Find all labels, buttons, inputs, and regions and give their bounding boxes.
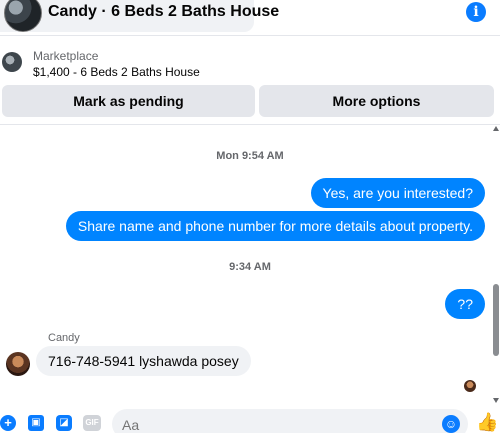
sticker-icon[interactable]: ◪ [56, 415, 72, 431]
scroll-down-icon[interactable] [493, 398, 499, 403]
divider [0, 124, 500, 125]
header-title-pill[interactable]: Candy · 6 Beds 2 Baths House [0, 0, 279, 32]
marketplace-listing[interactable]: Marketplace $1,400 - 6 Beds 2 Baths Hous… [0, 40, 500, 84]
message-input-box[interactable]: ☺ [112, 409, 468, 433]
sender-name: Candy [48, 332, 80, 344]
conversation-header: Candy · 6 Beds 2 Baths House i [0, 0, 500, 36]
emoji-icon[interactable]: ☺ [442, 415, 460, 433]
scrollbar-thumb[interactable] [493, 284, 499, 356]
message-input[interactable] [122, 417, 422, 433]
message-composer: + ▣ ◪ GIF ☺ 👍 [0, 408, 500, 433]
scroll-up-icon[interactable] [493, 126, 499, 131]
incoming-message[interactable]: 716-748-5941 lyshawda posey [36, 346, 251, 376]
gif-icon[interactable]: GIF [83, 415, 101, 431]
photo-icon[interactable]: ▣ [28, 415, 44, 431]
more-options-button[interactable]: More options [259, 85, 494, 117]
listing-title: $1,400 - 6 Beds 2 Baths House [33, 65, 200, 79]
outgoing-message[interactable]: Share name and phone number for more det… [65, 211, 485, 241]
contact-avatar[interactable] [4, 0, 42, 32]
seen-indicator-avatar [464, 380, 476, 392]
outgoing-message[interactable]: ?? [445, 289, 485, 319]
info-icon[interactable]: i [466, 2, 486, 22]
marketplace-label: Marketplace [33, 49, 99, 63]
outgoing-message[interactable]: Yes, are you interested? [310, 178, 485, 208]
mark-as-pending-button[interactable]: Mark as pending [2, 85, 255, 117]
conversation-title: Candy · 6 Beds 2 Baths House [48, 3, 280, 20]
sender-avatar[interactable] [6, 352, 30, 376]
plus-icon[interactable]: + [0, 415, 16, 431]
timestamp: 9:34 AM [229, 261, 271, 273]
thumbs-up-icon[interactable]: 👍 [476, 412, 498, 433]
listing-thumbnail [2, 52, 22, 72]
scrollbar[interactable] [493, 126, 499, 408]
timestamp: Mon 9:54 AM [216, 150, 284, 162]
